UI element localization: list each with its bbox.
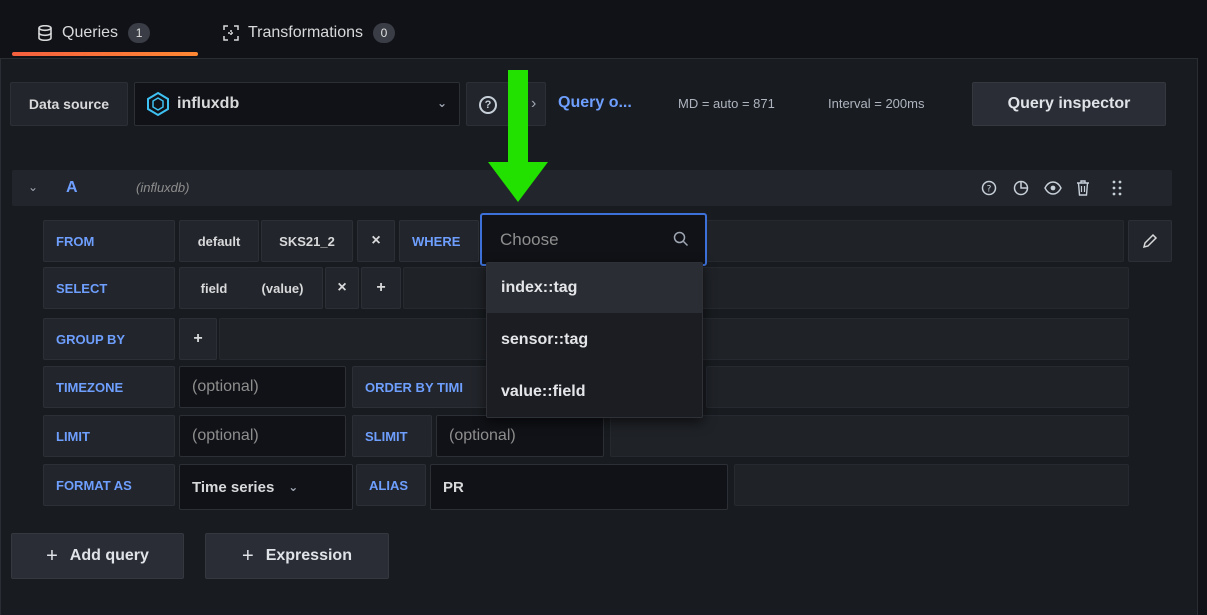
limit-keyword: LIMIT xyxy=(43,415,175,457)
add-expression-button[interactable]: + Expression xyxy=(205,533,389,579)
slimit-input[interactable]: (optional) xyxy=(436,415,604,457)
measurement-selector[interactable]: SKS21_2 xyxy=(261,220,353,262)
from-row-filler xyxy=(706,220,1124,262)
alias-input[interactable]: PR xyxy=(430,464,728,510)
limit-input[interactable]: (optional) xyxy=(179,415,346,457)
menu-item-sensor-tag[interactable]: sensor::tag xyxy=(487,315,702,365)
datasource-label: Data source xyxy=(10,82,128,126)
format-as-select[interactable]: Time series ⌄ xyxy=(179,464,353,510)
group-by-keyword: GROUP BY xyxy=(43,318,175,360)
datasource-value: influxdb xyxy=(177,95,240,112)
collapse-chevron-icon[interactable]: ⌄ xyxy=(28,180,38,194)
green-arrow-annotation xyxy=(488,70,548,202)
format-as-keyword: FORMAT AS xyxy=(43,464,175,506)
tab-queries-count: 1 xyxy=(128,23,151,43)
tab-transformations-count: 0 xyxy=(373,23,395,43)
tab-transformations-label: Transformations xyxy=(248,24,363,41)
format-row-filler xyxy=(734,464,1129,506)
chevron-down-icon: ⌄ xyxy=(288,480,299,494)
remove-measurement-button[interactable]: × xyxy=(357,220,395,262)
order-by-time-keyword: ORDER BY TIMI xyxy=(352,366,492,408)
select-keyword: SELECT xyxy=(43,267,175,309)
trash-icon[interactable] xyxy=(1074,179,1092,197)
tab-transformations[interactable]: Transformations 0 xyxy=(222,18,395,48)
database-icon xyxy=(36,24,54,42)
retention-policy[interactable]: default xyxy=(179,220,259,262)
datasource-picker[interactable]: influxdb ⌄ xyxy=(134,82,460,126)
alias-keyword: ALIAS xyxy=(356,464,426,506)
where-keyword: WHERE xyxy=(399,220,479,262)
add-field-button[interactable]: + xyxy=(361,267,401,309)
add-query-label: Add query xyxy=(69,547,149,564)
plus-icon: + xyxy=(242,544,254,567)
slimit-keyword: SLIMIT xyxy=(352,415,432,457)
pencil-icon xyxy=(1142,233,1158,249)
query-datasource: (influxdb) xyxy=(136,180,190,195)
eye-icon[interactable] xyxy=(1044,179,1062,197)
plus-icon: + xyxy=(46,544,58,567)
active-tab-indicator xyxy=(12,52,198,56)
timezone-input[interactable]: (optional) xyxy=(179,366,346,408)
select-field[interactable]: field xyxy=(179,267,249,309)
timezone-keyword: TIMEZONE xyxy=(43,366,175,408)
tab-queries[interactable]: Queries 1 xyxy=(36,18,151,48)
query-options-link[interactable]: Query o... xyxy=(558,94,632,112)
add-group-by-button[interactable]: + xyxy=(179,318,217,360)
add-expression-label: Expression xyxy=(265,547,352,564)
tab-queries-label: Queries xyxy=(62,24,119,41)
query-name[interactable]: A xyxy=(66,179,78,197)
format-as-value: Time series xyxy=(192,478,275,496)
from-keyword: FROM xyxy=(43,220,175,262)
menu-item-index-tag[interactable]: index::tag xyxy=(487,263,702,313)
influxdb-icon xyxy=(147,91,169,117)
edit-mode-button[interactable] xyxy=(1128,220,1172,262)
add-query-button[interactable]: + Add query xyxy=(11,533,184,579)
select-field-value[interactable]: (value) xyxy=(243,267,323,309)
chevron-down-icon: ⌄ xyxy=(436,96,447,110)
where-chooser-placeholder: Choose xyxy=(500,229,559,249)
where-tag-chooser[interactable]: Choose xyxy=(480,213,707,266)
remove-field-button[interactable]: × xyxy=(325,267,359,309)
interval-info: Interval = 200ms xyxy=(828,96,925,111)
where-options-menu: index::tag sensor::tag value::field xyxy=(486,262,703,418)
query-inspector-button[interactable]: Query inspector xyxy=(972,82,1166,126)
tab-bar: Queries 1 Transformations 0 xyxy=(0,0,1207,58)
limit-row-filler xyxy=(610,415,1129,457)
svg-text:?: ? xyxy=(987,185,992,195)
max-data-points: MD = auto = 871 xyxy=(678,96,775,111)
menu-item-value-field[interactable]: value::field xyxy=(487,367,702,417)
transform-icon xyxy=(222,24,240,42)
drag-handle-icon[interactable] xyxy=(1108,179,1126,197)
duplicate-icon[interactable] xyxy=(1012,179,1030,197)
query-row-header: ⌄ A (influxdb) ? xyxy=(12,170,1172,206)
search-icon xyxy=(673,231,689,247)
timezone-row-filler xyxy=(706,366,1129,408)
help-icon[interactable]: ? xyxy=(980,179,998,197)
